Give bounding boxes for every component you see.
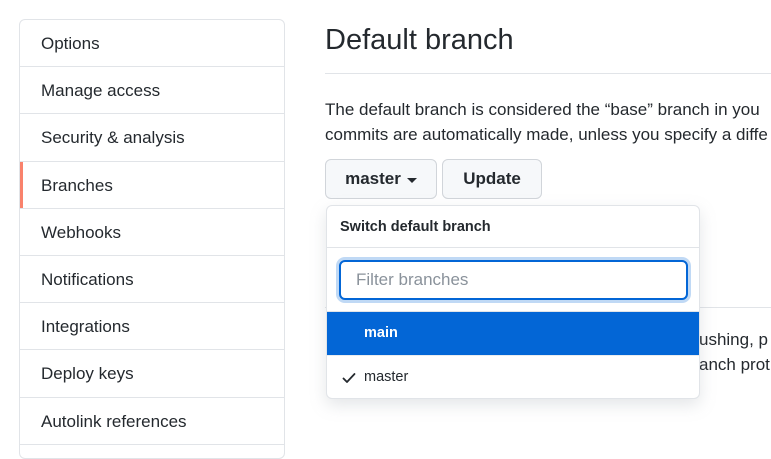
menu-header: Switch default branch <box>327 206 699 248</box>
branch-option-label: master <box>364 369 409 385</box>
default-branch-description: The default branch is considered the “ba… <box>325 97 771 147</box>
title-divider <box>325 73 771 74</box>
sidebar-item-webhooks[interactable]: Webhooks <box>20 209 284 256</box>
branch-select-label: master <box>345 169 401 188</box>
sidebar-item-options[interactable]: Options <box>20 20 284 68</box>
sidebar-item-autolink-references[interactable]: Autolink references <box>20 398 284 445</box>
sidebar-item-integrations[interactable]: Integrations <box>20 303 284 351</box>
sidebar-item-manage-access[interactable]: Manage access <box>20 67 284 115</box>
switch-default-branch-menu: Switch default branch main master <box>326 205 700 399</box>
menu-filter-container <box>327 248 699 312</box>
branch-option-label: main <box>364 325 398 341</box>
sidebar-item-security-analysis[interactable]: Security & analysis <box>20 114 284 162</box>
branch-option-main[interactable]: main <box>327 312 699 355</box>
sidebar-item-deploy-keys[interactable]: Deploy keys <box>20 350 284 398</box>
check-icon <box>341 356 357 398</box>
branch-option-master[interactable]: master <box>327 355 699 398</box>
settings-sidebar: Options Manage access Security & analysi… <box>19 19 285 459</box>
sidebar-item-branches[interactable]: Branches <box>20 161 284 209</box>
page-title: Default branch <box>325 24 514 56</box>
update-button-label: Update <box>463 169 521 188</box>
sidebar-item-notifications[interactable]: Notifications <box>20 256 284 304</box>
update-button[interactable]: Update <box>442 159 542 199</box>
description-line: The default branch is considered the “ba… <box>325 100 760 119</box>
filter-branches-input[interactable] <box>339 260 688 300</box>
caret-down-icon <box>406 177 417 183</box>
branch-select-button[interactable]: master <box>325 159 437 199</box>
description-line: commits are automatically made, unless y… <box>325 125 768 144</box>
